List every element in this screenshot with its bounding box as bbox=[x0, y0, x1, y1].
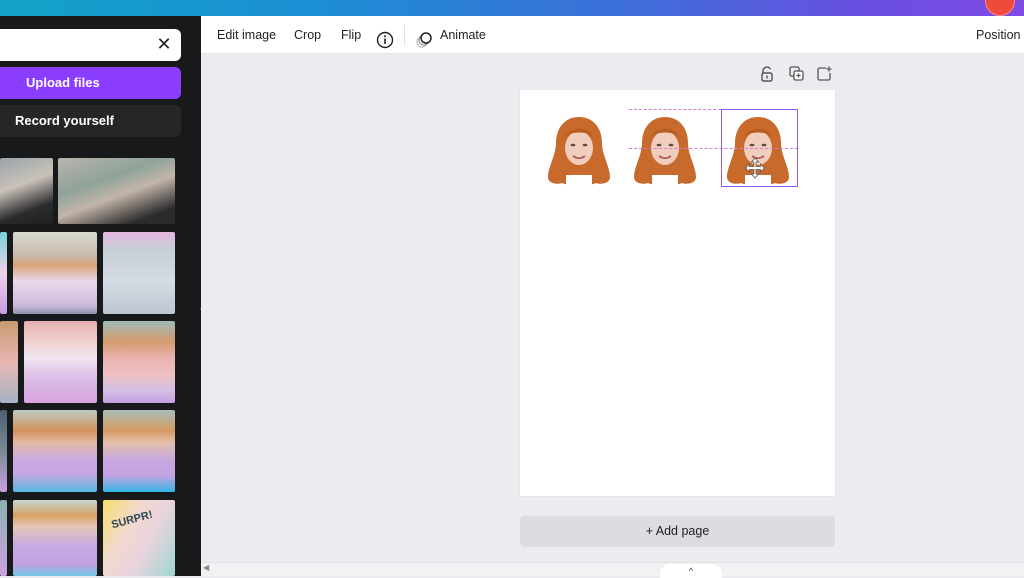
bottom-bar bbox=[201, 562, 1024, 576]
upload-files-button[interactable]: Upload files bbox=[0, 67, 181, 99]
media-thumbnail[interactable] bbox=[0, 321, 18, 403]
media-thumbnail[interactable] bbox=[0, 410, 7, 492]
add-page-button-small[interactable] bbox=[817, 66, 832, 82]
lock-button[interactable] bbox=[760, 66, 774, 82]
close-icon[interactable]: ✕ bbox=[155, 35, 173, 53]
media-thumbnail[interactable] bbox=[58, 158, 175, 224]
media-thumbnail[interactable] bbox=[13, 500, 97, 576]
context-toolbar: Edit image Crop Flip Animate Position bbox=[201, 16, 1024, 54]
search-input[interactable]: ✕ bbox=[0, 29, 181, 61]
media-thumbnail[interactable] bbox=[103, 410, 175, 492]
animate-button[interactable]: Animate bbox=[440, 16, 486, 54]
chevron-up-icon: ^ bbox=[688, 566, 694, 576]
canvas-image-element[interactable] bbox=[546, 115, 612, 187]
canvas-image-element[interactable] bbox=[632, 115, 698, 187]
add-page-button[interactable]: + Add page bbox=[520, 516, 835, 547]
media-thumbnail[interactable] bbox=[103, 321, 175, 403]
add-page-icon bbox=[817, 66, 832, 81]
toolbar-divider bbox=[404, 25, 405, 45]
scroll-left-icon[interactable]: ◀ bbox=[203, 563, 209, 572]
duplicate-icon bbox=[789, 66, 804, 81]
alignment-guide bbox=[629, 109, 721, 110]
top-header-bar bbox=[0, 0, 1024, 16]
media-thumbnail[interactable]: SURPR! bbox=[103, 500, 175, 576]
media-thumbnail[interactable] bbox=[0, 232, 7, 314]
media-thumbnail[interactable] bbox=[24, 321, 97, 403]
flip-button[interactable]: Flip bbox=[341, 16, 361, 54]
media-thumbnail[interactable] bbox=[13, 232, 97, 314]
edit-image-button[interactable]: Edit image bbox=[217, 16, 276, 54]
thumbnail-graphic-text: SURPR! bbox=[110, 508, 155, 532]
media-thumbnail[interactable] bbox=[0, 158, 53, 224]
move-cursor-icon bbox=[744, 157, 766, 179]
info-button[interactable] bbox=[376, 26, 394, 49]
search-field[interactable] bbox=[8, 29, 158, 59]
crop-button[interactable]: Crop bbox=[294, 16, 321, 54]
position-button[interactable]: Position bbox=[976, 16, 1020, 54]
duplicate-page-button[interactable] bbox=[789, 66, 804, 82]
media-thumbnail[interactable] bbox=[103, 232, 175, 314]
info-icon bbox=[376, 31, 394, 49]
media-thumbnail[interactable] bbox=[13, 410, 97, 492]
lock-icon bbox=[761, 66, 773, 82]
animate-icon bbox=[415, 26, 433, 48]
record-yourself-button[interactable]: Record yourself bbox=[0, 105, 181, 137]
media-thumbnail[interactable] bbox=[0, 500, 7, 576]
